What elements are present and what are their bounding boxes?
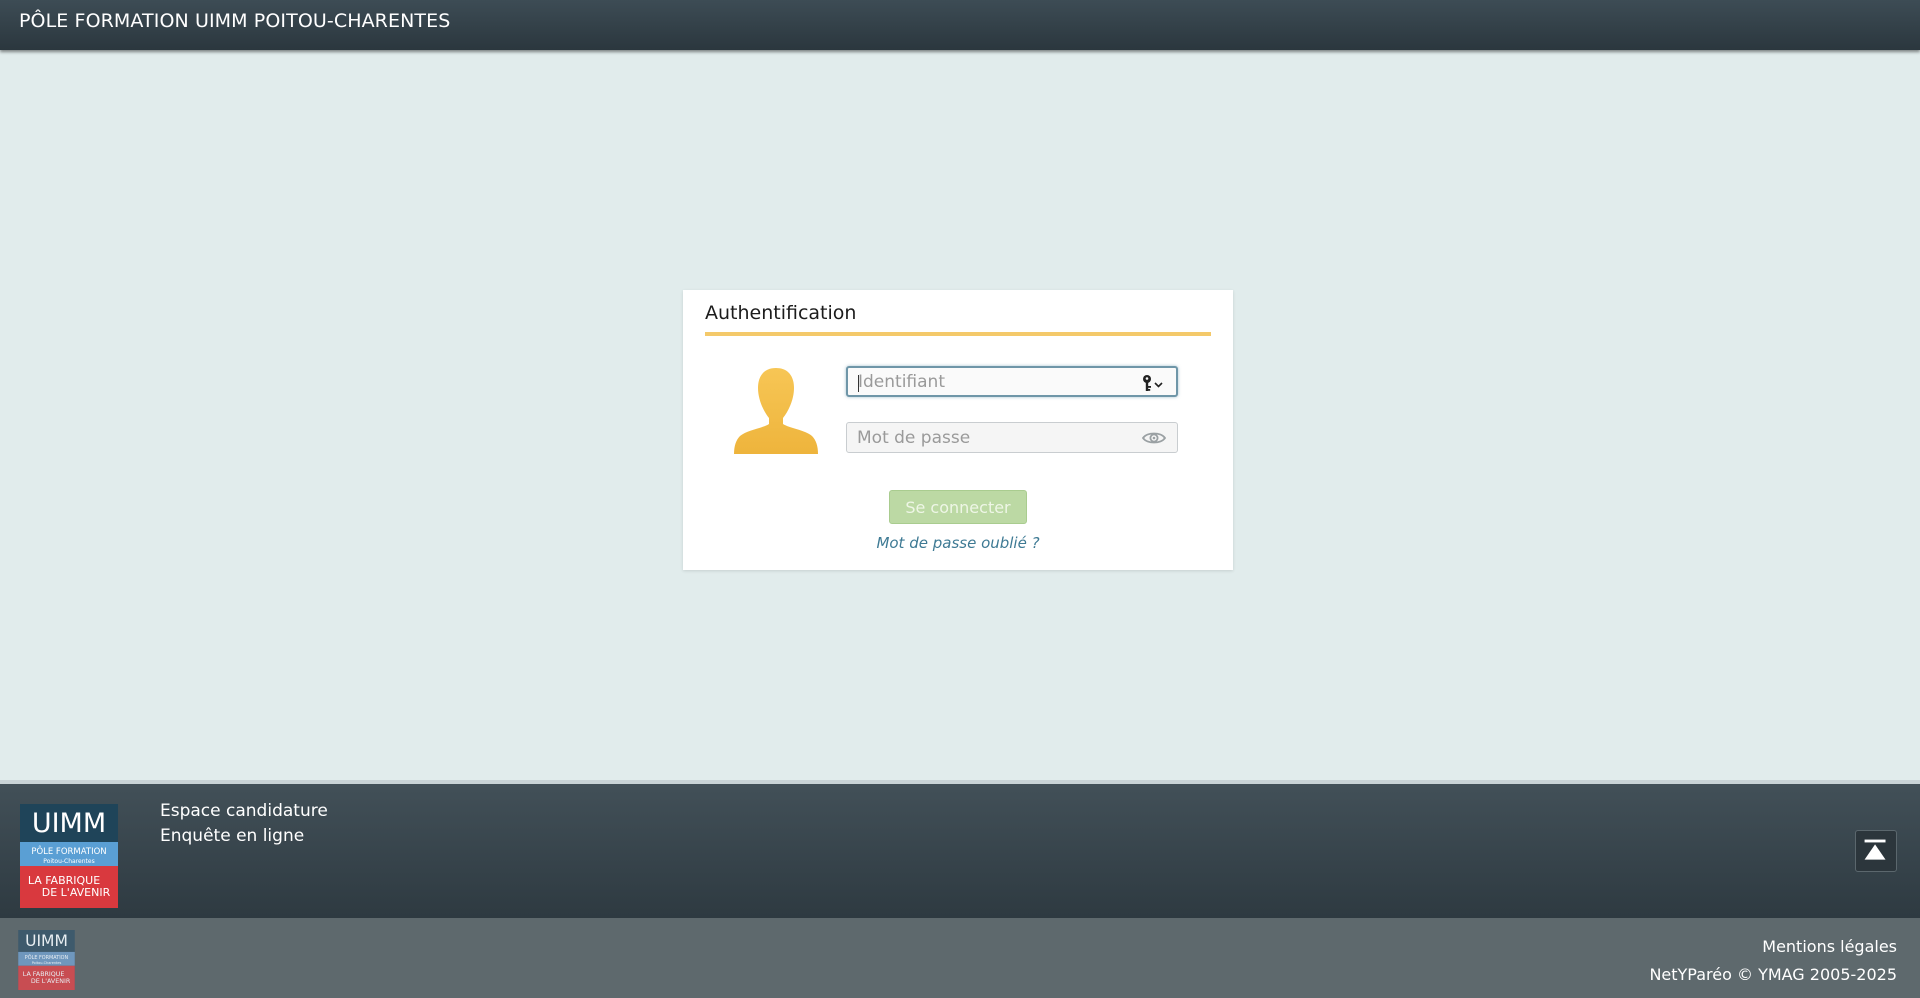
footer-link-espace-candidature[interactable]: Espace candidature [160,799,328,824]
password-field-wrapper [846,422,1178,453]
title-divider [705,332,1211,336]
top-header: PÔLE FORMATION UIMM POITOU-CHARENTES [0,0,1920,50]
password-input[interactable] [857,423,1127,452]
eye-icon[interactable] [1141,428,1167,448]
text-caret [858,375,859,392]
uimm-logo-small: UIMM PÔLE FORMATION Poitou-Charentes LA … [18,930,75,990]
footer-links: Espace candidature Enquête en ligne [160,799,328,849]
legal-block: Mentions légales NetYParéo © YMAG 2005-2… [1649,933,1897,989]
logo-tagline-2: DE L'AVENIR [42,886,111,899]
small-logo-tagline-1: LA FABRIQUE [23,971,65,978]
footer-link-enquete-en-ligne[interactable]: Enquête en ligne [160,824,328,849]
username-input[interactable] [858,368,1128,395]
scroll-to-top-icon [1864,839,1886,860]
uimm-logo: UIMM PÔLE FORMATION Poitou-Charentes LA … [20,804,118,908]
key-dropdown-icon[interactable] [1140,373,1166,393]
small-logo-main-text: UIMM [25,932,68,950]
username-field-wrapper [846,366,1178,397]
footer-main: UIMM PÔLE FORMATION Poitou-Charentes LA … [0,780,1920,918]
site-title: PÔLE FORMATION UIMM POITOU-CHARENTES [19,10,451,32]
scroll-to-top-button[interactable] [1855,830,1897,872]
logo-band-subtext: Poitou-Charentes [43,858,94,865]
logo-main-text: UIMM [32,808,106,839]
logo-band-text: PÔLE FORMATION [31,845,106,857]
small-logo-band-subtext: Poitou-Charentes [32,961,62,965]
copyright-text: NetYParéo © YMAG 2005-2025 [1649,965,1897,984]
login-title: Authentification [705,302,857,324]
footer-bottom: UIMM PÔLE FORMATION Poitou-Charentes LA … [0,918,1920,998]
login-button[interactable]: Se connecter [889,490,1027,524]
legal-notice-link[interactable]: Mentions légales [1762,937,1897,956]
small-logo-tagline-2: DE L'AVENIR [31,978,71,985]
small-logo-band-text: PÔLE FORMATION [25,954,69,961]
user-silhouette-icon [734,368,818,454]
forgot-password-link[interactable]: Mot de passe oublié ? [683,534,1233,552]
login-card: Authentification Identifiant Se connecte… [683,290,1233,570]
